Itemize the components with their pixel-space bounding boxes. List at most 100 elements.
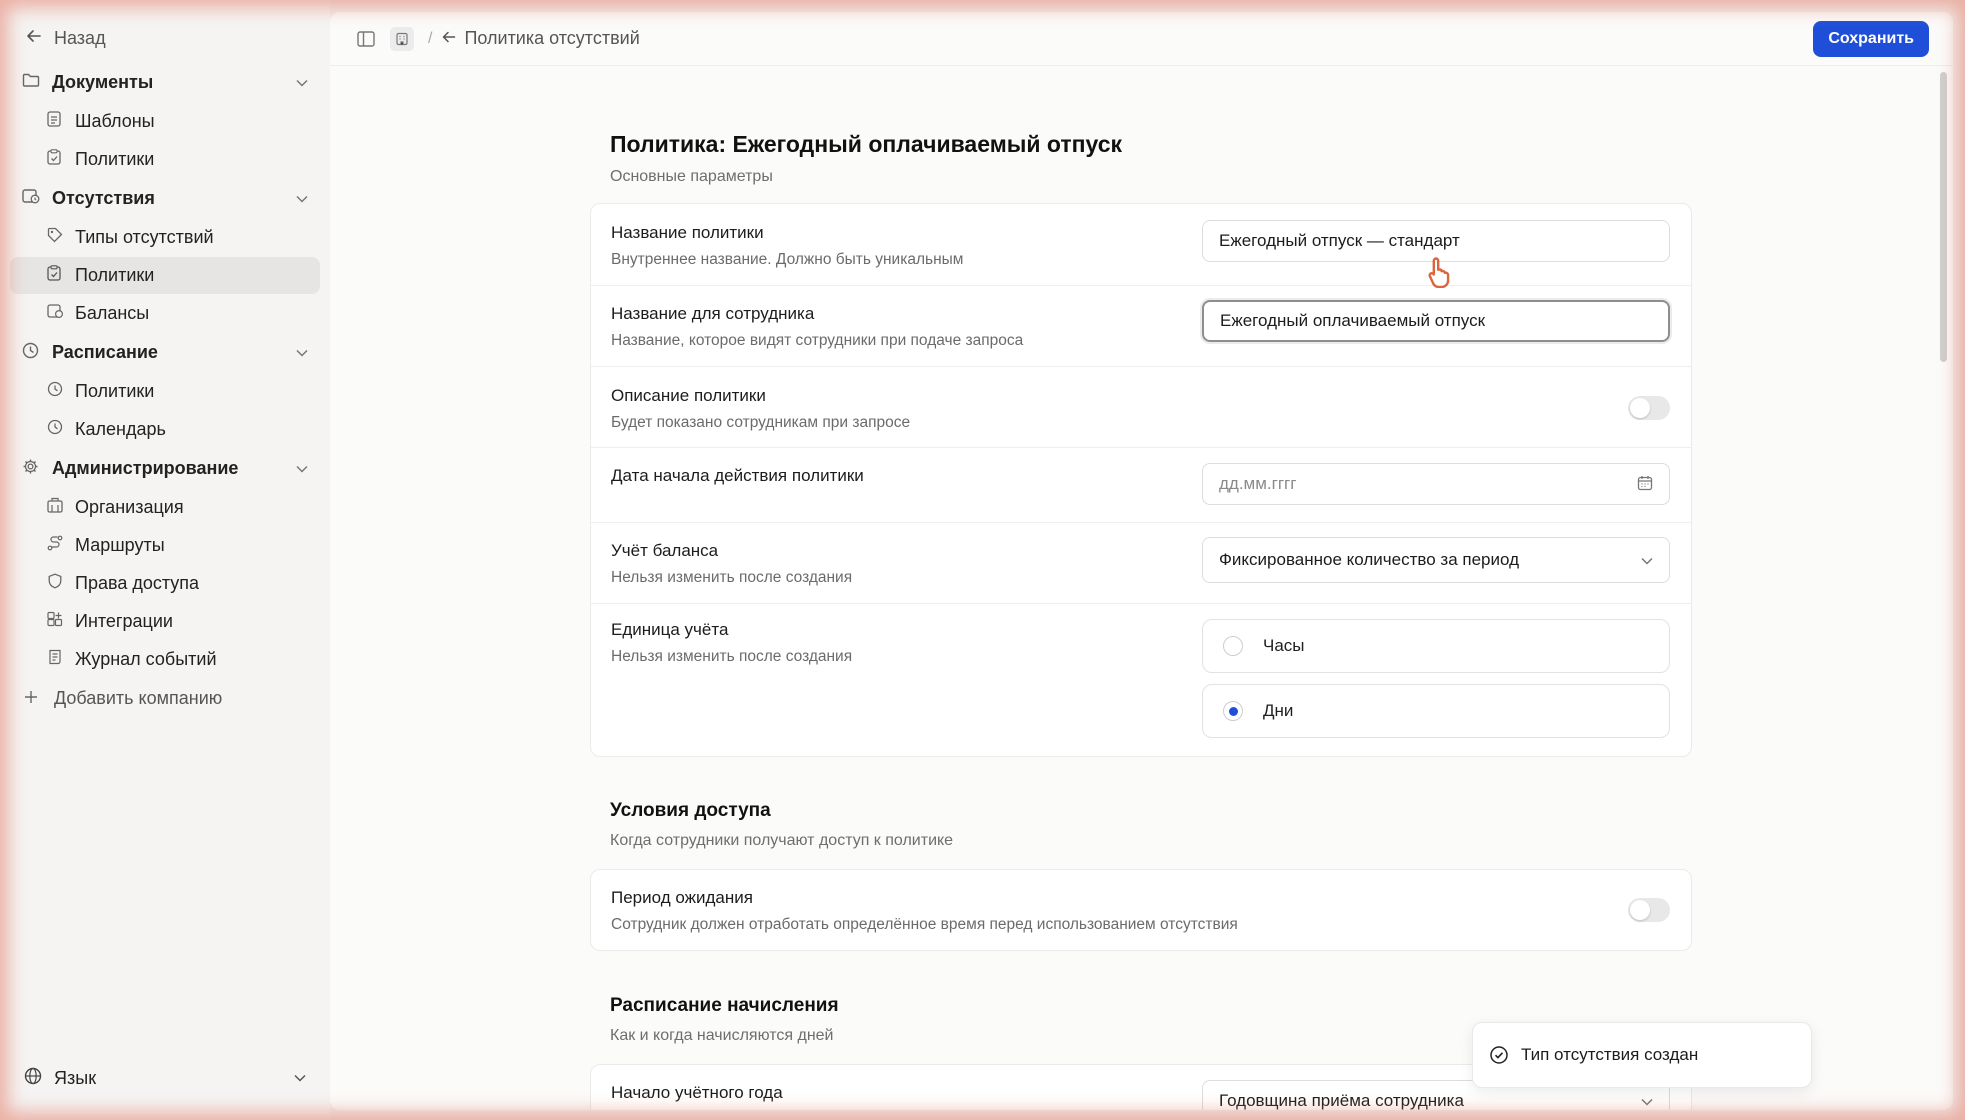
- sidebar-group-label: Администрирование: [52, 458, 239, 478]
- sidebar-item-label: Календарь: [75, 419, 166, 439]
- radio-label: Часы: [1263, 636, 1305, 655]
- chevron-down-icon: [296, 346, 308, 360]
- breadcrumb[interactable]: Политика отсутствий: [442, 28, 640, 49]
- sidebar-item-routes[interactable]: Маршруты: [10, 527, 320, 564]
- building-icon: [47, 497, 63, 518]
- grid-plus-icon: [47, 611, 63, 632]
- sidebar-item-event-log[interactable]: Журнал событий: [10, 641, 320, 678]
- shield-icon: [47, 573, 63, 594]
- top-bar: / Политика отсутствий Сохранить: [330, 12, 1953, 66]
- field-hint: Нельзя изменить после создания: [611, 569, 853, 586]
- breadcrumb-label: Политика отсутствий: [464, 28, 640, 48]
- toggle-knob: [1630, 900, 1650, 920]
- sidebar-group-administration[interactable]: Администрирование: [10, 449, 320, 488]
- sidebar-item-label: Политики: [75, 381, 155, 401]
- sidebar-item-integrations[interactable]: Интеграции: [10, 603, 320, 640]
- input-placeholder: дд.мм.гггг: [1219, 474, 1297, 493]
- back-label: Назад: [54, 27, 106, 48]
- row-policy-name: Название политики Внутреннее название. Д…: [591, 204, 1691, 286]
- field-hint: Будет показано сотрудникам при запросе: [611, 414, 911, 431]
- sidebar-item-absence-types[interactable]: Типы отсутствий: [10, 219, 320, 256]
- main-panel: / Политика отсутствий Сохранить Политика…: [330, 12, 1953, 1110]
- section-title-accrual: Расписание начисления: [610, 995, 839, 1016]
- page-subtitle: Основные параметры: [610, 168, 773, 185]
- sidebar-item-absence-policies[interactable]: Политики: [10, 257, 320, 294]
- clock-icon: [47, 419, 63, 440]
- chevron-down-icon: [294, 1071, 306, 1085]
- sidebar-item-access-rights[interactable]: Права доступа: [10, 565, 320, 602]
- save-button[interactable]: Сохранить: [1813, 20, 1929, 57]
- sidebar-toggle-icon[interactable]: [354, 27, 378, 51]
- sidebar-item-label: Балансы: [75, 303, 150, 323]
- gear-icon: [22, 458, 42, 480]
- tag-icon: [47, 227, 63, 248]
- arrow-left-icon: [442, 28, 456, 49]
- document-icon: [47, 111, 63, 132]
- breadcrumb-separator: /: [428, 29, 433, 47]
- toggle-knob: [1630, 398, 1650, 418]
- row-description: Описание политики Будет показано сотрудн…: [591, 367, 1691, 448]
- sidebar-item-balances[interactable]: Балансы: [10, 295, 320, 332]
- chevron-down-icon: [296, 192, 308, 206]
- field-label: Единица учёта: [611, 620, 729, 639]
- building-icon[interactable]: [390, 26, 414, 51]
- row-balance: Учёт баланса Нельзя изменить после созда…: [591, 523, 1691, 604]
- language-selector[interactable]: Язык: [10, 1060, 320, 1096]
- sidebar-item-label: Типы отсутствий: [75, 227, 214, 247]
- clock-icon: [47, 381, 63, 402]
- input-value: Ежегодный отпуск — стандарт: [1219, 231, 1460, 250]
- description-toggle[interactable]: [1628, 396, 1670, 420]
- sidebar-item-schedule-policies[interactable]: Политики: [10, 373, 320, 410]
- sidebar-group-label: Отсутствия: [52, 188, 155, 208]
- field-label: Описание политики: [611, 386, 766, 405]
- chevron-down-icon: [296, 76, 308, 90]
- toast-notification: Тип отсутствия создан: [1472, 1022, 1812, 1088]
- sidebar-group-documents[interactable]: Документы: [10, 63, 320, 102]
- unit-option-days[interactable]: Дни: [1202, 684, 1670, 738]
- select-value: Фиксированное количество за период: [1219, 550, 1519, 569]
- sidebar-item-calendar[interactable]: Календарь: [10, 411, 320, 448]
- sidebar: Назад Документы Шаблоны Политики Отсутст…: [0, 0, 330, 1120]
- calendar-clock-icon: [22, 188, 42, 209]
- back-link[interactable]: Назад: [10, 14, 320, 62]
- add-company-button[interactable]: Добавить компанию: [10, 679, 320, 718]
- row-waiting-period: Период ожидания Сотрудник должен отработ…: [591, 870, 1691, 950]
- section-subtitle-access: Когда сотрудники получают доступ к полит…: [610, 832, 954, 849]
- field-label: Период ожидания: [611, 888, 753, 907]
- balance-select[interactable]: Фиксированное количество за период: [1202, 537, 1670, 583]
- clock-icon: [22, 342, 42, 364]
- page-title: Политика: Ежегодный оплачиваемый отпуск: [610, 131, 1123, 157]
- calendar-icon[interactable]: [1637, 475, 1653, 494]
- start-date-input[interactable]: дд.мм.гггг: [1202, 463, 1670, 505]
- sidebar-item-templates[interactable]: Шаблоны: [10, 103, 320, 140]
- sidebar-group-schedule[interactable]: Расписание: [10, 333, 320, 372]
- row-start-date: Дата начала действия политики дд.мм.гггг: [591, 448, 1691, 523]
- route-icon: [47, 535, 63, 556]
- field-label: Дата начала действия политики: [611, 466, 864, 485]
- field-label: Учёт баланса: [611, 541, 719, 560]
- unit-radio-group: Часы Дни: [1202, 619, 1670, 738]
- content: Политика: Ежегодный оплачиваемый отпуск …: [590, 66, 1692, 1110]
- sidebar-item-organization[interactable]: Организация: [10, 489, 320, 526]
- sidebar-group-label: Расписание: [52, 342, 158, 362]
- sidebar-item-doc-policies[interactable]: Политики: [10, 141, 320, 178]
- field-hint: Нельзя изменить после создания: [611, 648, 853, 665]
- radio-dot-selected: [1223, 701, 1243, 721]
- sidebar-group-absences[interactable]: Отсутствия: [10, 179, 320, 218]
- check-circle-icon: [1489, 1045, 1509, 1065]
- chevron-down-icon: [1641, 1093, 1653, 1109]
- radio-label: Дни: [1263, 701, 1294, 720]
- unit-option-hours[interactable]: Часы: [1202, 619, 1670, 673]
- language-label: Язык: [54, 1067, 97, 1088]
- input-value: Ежегодный оплачиваемый отпуск: [1220, 311, 1486, 330]
- scrollbar[interactable]: [1940, 72, 1947, 362]
- sidebar-item-label: Организация: [75, 497, 184, 517]
- sidebar-item-label: Журнал событий: [75, 649, 217, 669]
- toast-message: Тип отсутствия создан: [1521, 1045, 1699, 1064]
- field-hint: Сотрудник должен отработать определённое…: [611, 916, 1238, 933]
- field-label: Название политики: [611, 223, 764, 242]
- section-title-access: Условия доступа: [610, 800, 771, 821]
- sidebar-group-label: Документы: [52, 72, 154, 92]
- employee-name-input[interactable]: Ежегодный оплачиваемый отпуск: [1202, 300, 1670, 342]
- waiting-period-toggle[interactable]: [1628, 898, 1670, 922]
